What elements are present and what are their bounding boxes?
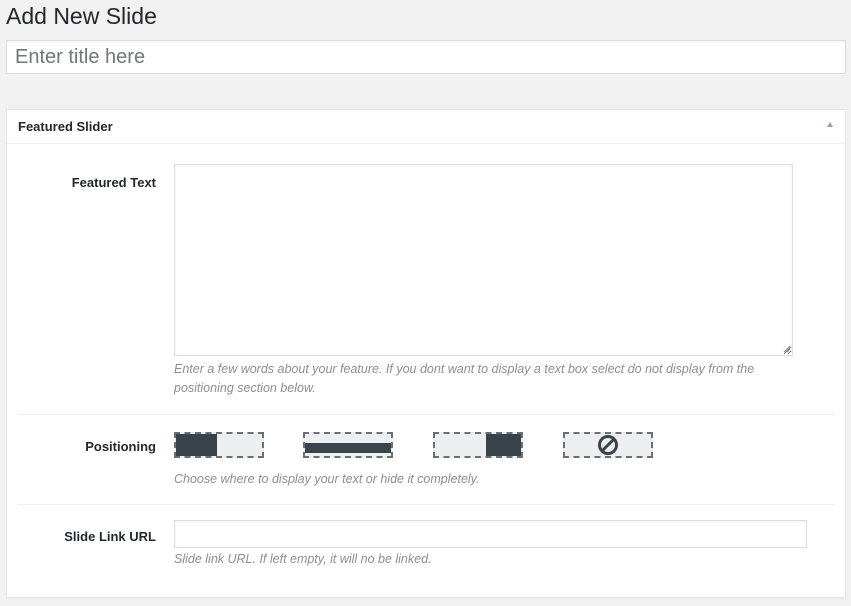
position-bottom-icon: [305, 443, 391, 453]
metabox-header[interactable]: Featured Slider: [7, 110, 845, 144]
positioning-label: Positioning: [85, 439, 156, 454]
slide-link-description: Slide link URL. If left empty, it will n…: [174, 552, 432, 566]
metabox-title: Featured Slider: [18, 119, 113, 134]
title-input[interactable]: [6, 40, 846, 74]
resize-grip-icon[interactable]: [783, 345, 791, 353]
positioning-description: Choose where to display your text or hid…: [174, 472, 480, 486]
row-divider: [18, 414, 835, 415]
slide-link-label: Slide Link URL: [64, 529, 156, 544]
position-right-icon: [486, 434, 521, 456]
prohibited-icon: [598, 435, 618, 455]
featured-text-description: Enter a few words about your feature. If…: [174, 362, 755, 395]
position-bottom-option[interactable]: [303, 432, 393, 458]
featured-text-label: Featured Text: [71, 175, 156, 190]
featured-slider-metabox: Featured Slider Featured Text Enter a fe…: [6, 109, 846, 598]
slide-link-input[interactable]: [174, 520, 807, 548]
position-left-icon: [176, 434, 217, 456]
featured-text-textarea[interactable]: [174, 164, 793, 356]
position-right-option[interactable]: [433, 432, 523, 458]
position-hide-option[interactable]: [563, 432, 653, 458]
triangle-up-icon[interactable]: [827, 122, 833, 127]
page-title: Add New Slide: [6, 3, 157, 29]
row-divider: [18, 504, 835, 505]
position-left-option[interactable]: [174, 432, 264, 458]
